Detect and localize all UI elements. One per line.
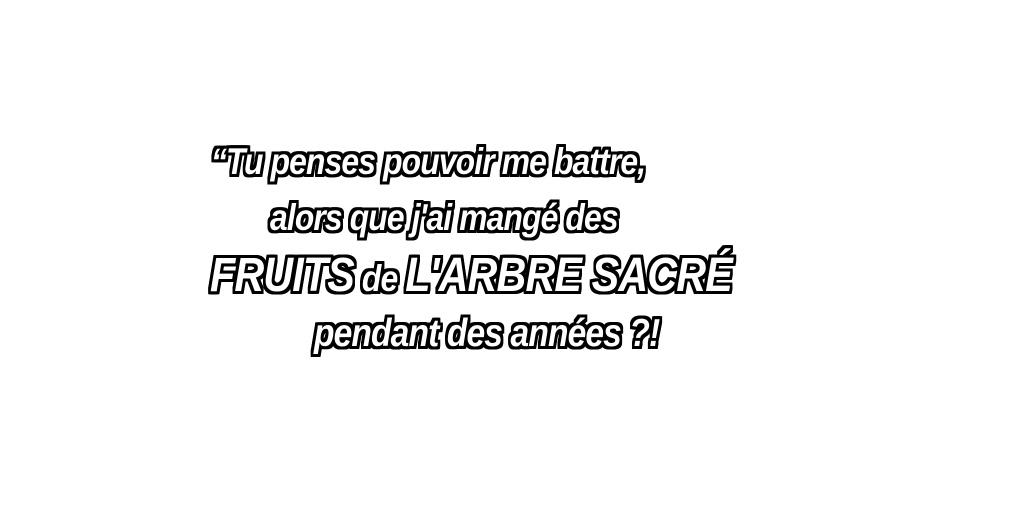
caption-line-4: pendant des années ?! (314, 312, 660, 355)
caption-word-de: de (353, 258, 406, 299)
caption-line-1: “Tu penses pouvoir me battre, (211, 141, 646, 182)
caption-emphasis-arbre-sacre: L'ARBRE SACRÉ (405, 249, 732, 302)
caption-emphasis-fruits: FRUITS (210, 249, 355, 302)
caption-line-3: FRUITS de L'ARBRE SACRÉ (210, 249, 733, 302)
caption-line-2: alors que j'ai mangé des (270, 197, 619, 238)
